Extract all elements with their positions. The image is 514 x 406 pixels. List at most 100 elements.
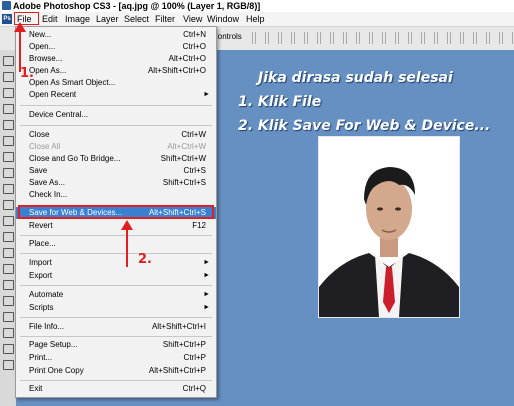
- menu-item-shortcut: Alt+Shift+Ctrl+O: [147, 66, 206, 75]
- menu-item-label: Check In...: [29, 190, 68, 199]
- menu-item-file-info[interactable]: File Info... Alt+Shift+Ctrl+I: [16, 321, 216, 333]
- menu-item-label: Scripts: [29, 303, 54, 312]
- menu-item-close[interactable]: Close Ctrl+W: [16, 129, 216, 141]
- menu-item-label: Save: [29, 166, 48, 175]
- annotation-heading: Jika dirasa sudah selesai: [258, 70, 453, 86]
- annotation-step-1: 1. Klik File: [238, 94, 322, 110]
- menu-item-print[interactable]: Print... Ctrl+P: [16, 352, 216, 364]
- menu-layer[interactable]: Layer: [96, 12, 119, 26]
- path-selection-tool-icon[interactable]: [3, 296, 14, 306]
- step-2-arrow-line: [126, 227, 128, 267]
- menu-window[interactable]: Window: [207, 12, 239, 26]
- menu-item-label: Device Central...: [29, 110, 89, 119]
- menu-item-open[interactable]: Open... Ctrl+O: [16, 41, 216, 53]
- menu-separator: [20, 285, 212, 286]
- menu-item-shortcut: Shift+Ctrl+S: [162, 178, 206, 187]
- menu-item-close-and-go-to-bridge[interactable]: Close and Go To Bridge... Shift+Ctrl+W: [16, 153, 216, 165]
- menu-item-label: File Info...: [29, 322, 65, 331]
- hand-tool-icon[interactable]: [3, 360, 14, 370]
- menu-filter[interactable]: Filter: [155, 12, 175, 26]
- menu-item-new[interactable]: New... Ctrl+N: [16, 29, 216, 41]
- menu-item-place[interactable]: Place...: [16, 238, 216, 250]
- menu-item-exit[interactable]: Exit Ctrl+Q: [16, 383, 216, 395]
- pen-tool-icon[interactable]: [3, 264, 14, 274]
- menu-item-save[interactable]: Save Ctrl+S: [16, 165, 216, 177]
- menu-edit[interactable]: Edit: [42, 12, 58, 26]
- menu-item-open-as-smart-object[interactable]: Open As Smart Object...: [16, 77, 216, 89]
- stamp-tool-icon[interactable]: [3, 184, 14, 194]
- type-tool-icon[interactable]: [3, 280, 14, 290]
- align-distribute-icons[interactable]: [252, 32, 514, 44]
- menu-select[interactable]: Select: [124, 12, 149, 26]
- menu-item-label: Open As Smart Object...: [29, 78, 116, 87]
- menu-item-check-in[interactable]: Check In...: [16, 189, 216, 201]
- menu-separator: [20, 253, 212, 254]
- brush-tool-icon[interactable]: [3, 168, 14, 178]
- menu-item-label: Open As...: [29, 66, 67, 75]
- crop-tool-icon[interactable]: [3, 120, 14, 130]
- menu-item-print-one-copy[interactable]: Print One Copy Alt+Shift+Ctrl+P: [16, 365, 216, 377]
- menu-item-shortcut: Ctrl+W: [181, 130, 206, 139]
- shape-tool-icon[interactable]: [3, 312, 14, 322]
- menu-item-open-recent[interactable]: Open Recent ►: [16, 89, 216, 101]
- menu-separator: [20, 336, 212, 337]
- slice-tool-icon[interactable]: [3, 136, 14, 146]
- notes-tool-icon[interactable]: [3, 328, 14, 338]
- menu-item-import[interactable]: Import ►: [16, 257, 216, 269]
- menu-item-label: New...: [29, 30, 52, 39]
- menu-item-shortcut: Ctrl+N: [183, 30, 206, 39]
- annotation-step-2: 2. Klik Save For Web & Device...: [238, 118, 491, 134]
- menu-item-page-setup[interactable]: Page Setup... Shift+Ctrl+P: [16, 339, 216, 351]
- document-photo[interactable]: [318, 136, 460, 318]
- portrait-image: [319, 137, 459, 317]
- step-1-arrow-head-icon: [14, 22, 26, 32]
- menu-item-label: Print One Copy: [29, 366, 84, 375]
- menu-item-label: Open...: [29, 42, 56, 51]
- magic-wand-tool-icon[interactable]: [3, 104, 14, 114]
- menu-help[interactable]: Help: [246, 12, 265, 26]
- menu-item-revert[interactable]: Revert F12: [16, 220, 216, 232]
- menu-item-label: Save As...: [29, 178, 66, 187]
- menu-view[interactable]: View: [183, 12, 202, 26]
- dodge-tool-icon[interactable]: [3, 248, 14, 258]
- title-bar: Adobe Photoshop CS3 - [aq.jpg @ 100% (La…: [0, 0, 514, 12]
- history-brush-tool-icon[interactable]: [3, 200, 14, 210]
- menu-item-automate[interactable]: Automate ►: [16, 289, 216, 301]
- gradient-tool-icon[interactable]: [3, 232, 14, 242]
- menu-item-shortcut: Alt+Ctrl+O: [168, 54, 206, 63]
- photoshop-logo-icon: [2, 1, 11, 10]
- menu-item-browse[interactable]: Browse... Alt+Ctrl+O: [16, 53, 216, 65]
- menu-item-shortcut: Ctrl+O: [182, 42, 206, 51]
- menu-item-shortcut: F12: [192, 221, 206, 230]
- submenu-arrow-icon: ►: [203, 91, 210, 98]
- lasso-tool-icon[interactable]: [3, 88, 14, 98]
- menu-separator: [20, 105, 212, 106]
- menu-item-label: Export: [29, 271, 53, 280]
- eyedropper-tool-icon[interactable]: [3, 344, 14, 354]
- menu-item-label: Close and Go To Bridge...: [29, 154, 121, 163]
- menu-item-export[interactable]: Export ►: [16, 270, 216, 282]
- menu-item-shortcut: Ctrl+P: [183, 353, 206, 362]
- menu-item-device-central[interactable]: Device Central...: [16, 109, 216, 121]
- menu-item-label: Page Setup...: [29, 340, 78, 349]
- menu-image[interactable]: Image: [65, 12, 90, 26]
- photoshop-app-icon[interactable]: Ps: [2, 14, 12, 24]
- eraser-tool-icon[interactable]: [3, 216, 14, 226]
- menu-separator: [20, 125, 212, 126]
- step-2-arrow-head-icon: [121, 220, 133, 230]
- menu-item-shortcut: Alt+Shift+Ctrl+I: [151, 322, 206, 331]
- menu-item-scripts[interactable]: Scripts ►: [16, 302, 216, 314]
- menu-item-label: Place...: [29, 239, 56, 248]
- menu-item-shortcut: Shift+Ctrl+W: [160, 154, 206, 163]
- menu-item-label: Automate: [29, 290, 64, 299]
- marquee-tool-icon[interactable]: [3, 72, 14, 82]
- menu-item-label: Close: [29, 130, 50, 139]
- menu-item-label: Exit: [29, 384, 43, 393]
- submenu-arrow-icon: ►: [203, 259, 210, 266]
- menu-item-close-all[interactable]: Close All Alt+Ctrl+W: [16, 141, 216, 153]
- menu-item-save-as[interactable]: Save As... Shift+Ctrl+S: [16, 177, 216, 189]
- move-tool-icon[interactable]: [3, 56, 14, 66]
- menu-item-open-as[interactable]: Open As... Alt+Shift+Ctrl+O: [16, 65, 216, 77]
- menu-separator: [20, 235, 212, 236]
- healing-brush-tool-icon[interactable]: [3, 152, 14, 162]
